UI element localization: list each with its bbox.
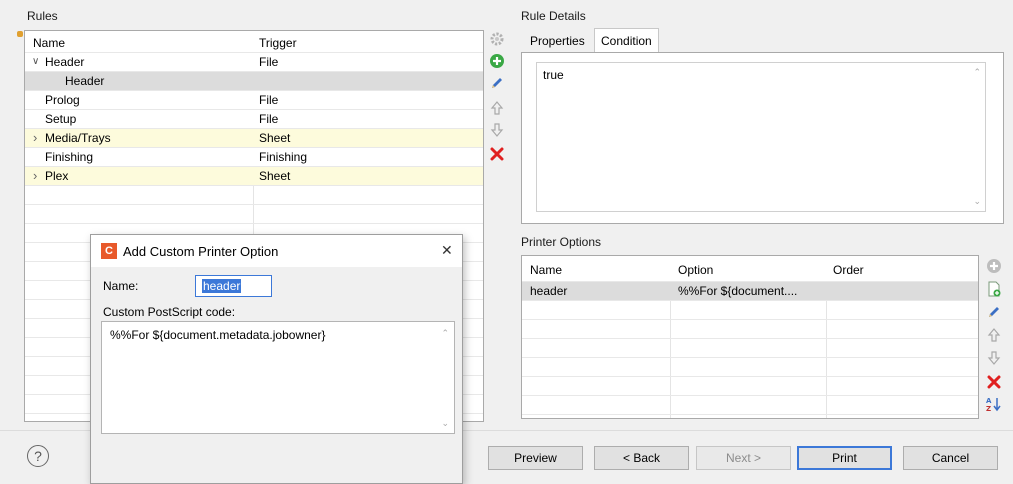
warning-marker-icon (17, 31, 23, 37)
rule-name: Setup (45, 112, 77, 126)
option-name: header (530, 284, 568, 298)
help-glyph: ? (34, 448, 42, 464)
delete-icon[interactable] (489, 146, 505, 162)
empty-row (522, 358, 978, 377)
empty-row (25, 205, 483, 224)
name-field[interactable]: header (195, 275, 272, 297)
rules-column-trigger[interactable]: Trigger (259, 36, 297, 50)
rule-name: Finishing (45, 150, 94, 164)
delete-icon[interactable] (986, 374, 1002, 390)
rule-details-title: Rule Details (521, 9, 586, 23)
rule-name: Plex (45, 169, 69, 183)
rule-row-header-child[interactable]: Header (25, 72, 483, 91)
move-up-icon[interactable] (986, 327, 1002, 343)
printer-options-table[interactable]: Name Option Order header %%For ${documen… (521, 255, 979, 419)
rule-trigger: Sheet (259, 169, 291, 183)
empty-row (522, 396, 978, 415)
rule-trigger: File (259, 112, 279, 126)
gear-icon[interactable] (489, 31, 505, 47)
scroll-up-arrow-icon[interactable]: ⌃ (441, 328, 449, 339)
empty-row (522, 301, 978, 320)
dialog-title-bar[interactable]: C Add Custom Printer Option ✕ (91, 235, 462, 267)
rule-trigger: Finishing (259, 150, 308, 164)
dialog-title: Add Custom Printer Option (123, 244, 279, 259)
sort-az-icon[interactable]: AZ (986, 396, 1002, 412)
svg-text:Z: Z (986, 405, 991, 412)
printer-options-title: Printer Options (521, 235, 602, 249)
expand-chevron-icon[interactable]: › (33, 130, 37, 145)
rule-row-prolog[interactable]: Prolog File (25, 91, 483, 110)
condition-text: true (543, 68, 564, 82)
add-icon[interactable] (489, 53, 505, 69)
svg-text:A: A (986, 397, 992, 405)
rules-header-row: Name Trigger (25, 31, 483, 53)
edit-pencil-icon[interactable] (489, 75, 505, 91)
add-icon[interactable] (986, 258, 1002, 274)
expand-chevron-icon[interactable]: › (33, 168, 37, 183)
options-column-order[interactable]: Order (833, 263, 864, 277)
edit-pencil-icon[interactable] (986, 304, 1002, 320)
rules-column-name[interactable]: Name (33, 36, 65, 50)
logo-letter: C (105, 245, 113, 257)
scroll-up-arrow-icon[interactable]: ⌃ (973, 67, 981, 78)
rule-trigger: File (259, 93, 279, 107)
empty-row (522, 377, 978, 396)
empty-row (25, 186, 483, 205)
rule-name: Prolog (45, 93, 80, 107)
rule-name: Header (45, 55, 85, 69)
options-column-name[interactable]: Name (530, 263, 562, 277)
app-logo-icon: C (101, 243, 117, 259)
rule-row-finishing[interactable]: Finishing Finishing (25, 148, 483, 167)
add-from-file-icon[interactable] (986, 281, 1002, 297)
empty-row (522, 339, 978, 358)
rule-row-plex[interactable]: › Plex Sheet (25, 167, 483, 186)
preview-button[interactable]: Preview (488, 446, 583, 470)
scroll-down-arrow-icon[interactable]: ⌄ (973, 196, 981, 207)
back-button[interactable]: < Back (594, 446, 689, 470)
next-button[interactable]: Next > (696, 446, 791, 470)
move-down-icon[interactable] (489, 122, 505, 138)
tab-properties[interactable]: Properties (524, 30, 591, 52)
cancel-button[interactable]: Cancel (903, 446, 998, 470)
name-field-value: header (202, 279, 242, 293)
condition-editor[interactable]: true ⌃ ⌄ (521, 52, 1004, 224)
rule-trigger: Sheet (259, 131, 291, 145)
rule-row-setup[interactable]: Setup File (25, 110, 483, 129)
condition-text-area[interactable]: true ⌃ ⌄ (536, 62, 986, 212)
name-label: Name: (103, 279, 139, 293)
move-up-icon[interactable] (489, 100, 505, 116)
tab-condition[interactable]: Condition (594, 28, 659, 53)
rule-trigger: File (259, 55, 279, 69)
code-text: %%For ${document.metadata.jobowner} (110, 328, 326, 342)
options-column-option[interactable]: Option (678, 263, 713, 277)
code-label: Custom PostScript code: (103, 305, 236, 319)
code-text-area[interactable]: %%For ${document.metadata.jobowner} ⌃ ⌄ (101, 321, 455, 434)
custom-printer-option-dialog[interactable]: C Add Custom Printer Option ✕ Name: head… (90, 234, 463, 484)
close-icon[interactable]: ✕ (441, 242, 453, 259)
move-down-icon[interactable] (986, 350, 1002, 366)
print-button[interactable]: Print (797, 446, 892, 470)
rules-title: Rules (27, 9, 58, 23)
rule-name: Header (65, 74, 105, 88)
scroll-down-arrow-icon[interactable]: ⌄ (441, 418, 449, 429)
rule-row-header[interactable]: ∨ Header File (25, 53, 483, 72)
help-icon[interactable]: ? (27, 445, 49, 467)
option-value: %%For ${document.... (678, 284, 798, 298)
collapse-chevron-icon[interactable]: ∨ (32, 56, 39, 67)
rule-row-media-trays[interactable]: › Media/Trays Sheet (25, 129, 483, 148)
options-header-row: Name Option Order (522, 256, 978, 282)
empty-row (522, 320, 978, 339)
option-row-header[interactable]: header %%For ${document.... (522, 282, 978, 301)
rule-name: Media/Trays (45, 131, 111, 145)
